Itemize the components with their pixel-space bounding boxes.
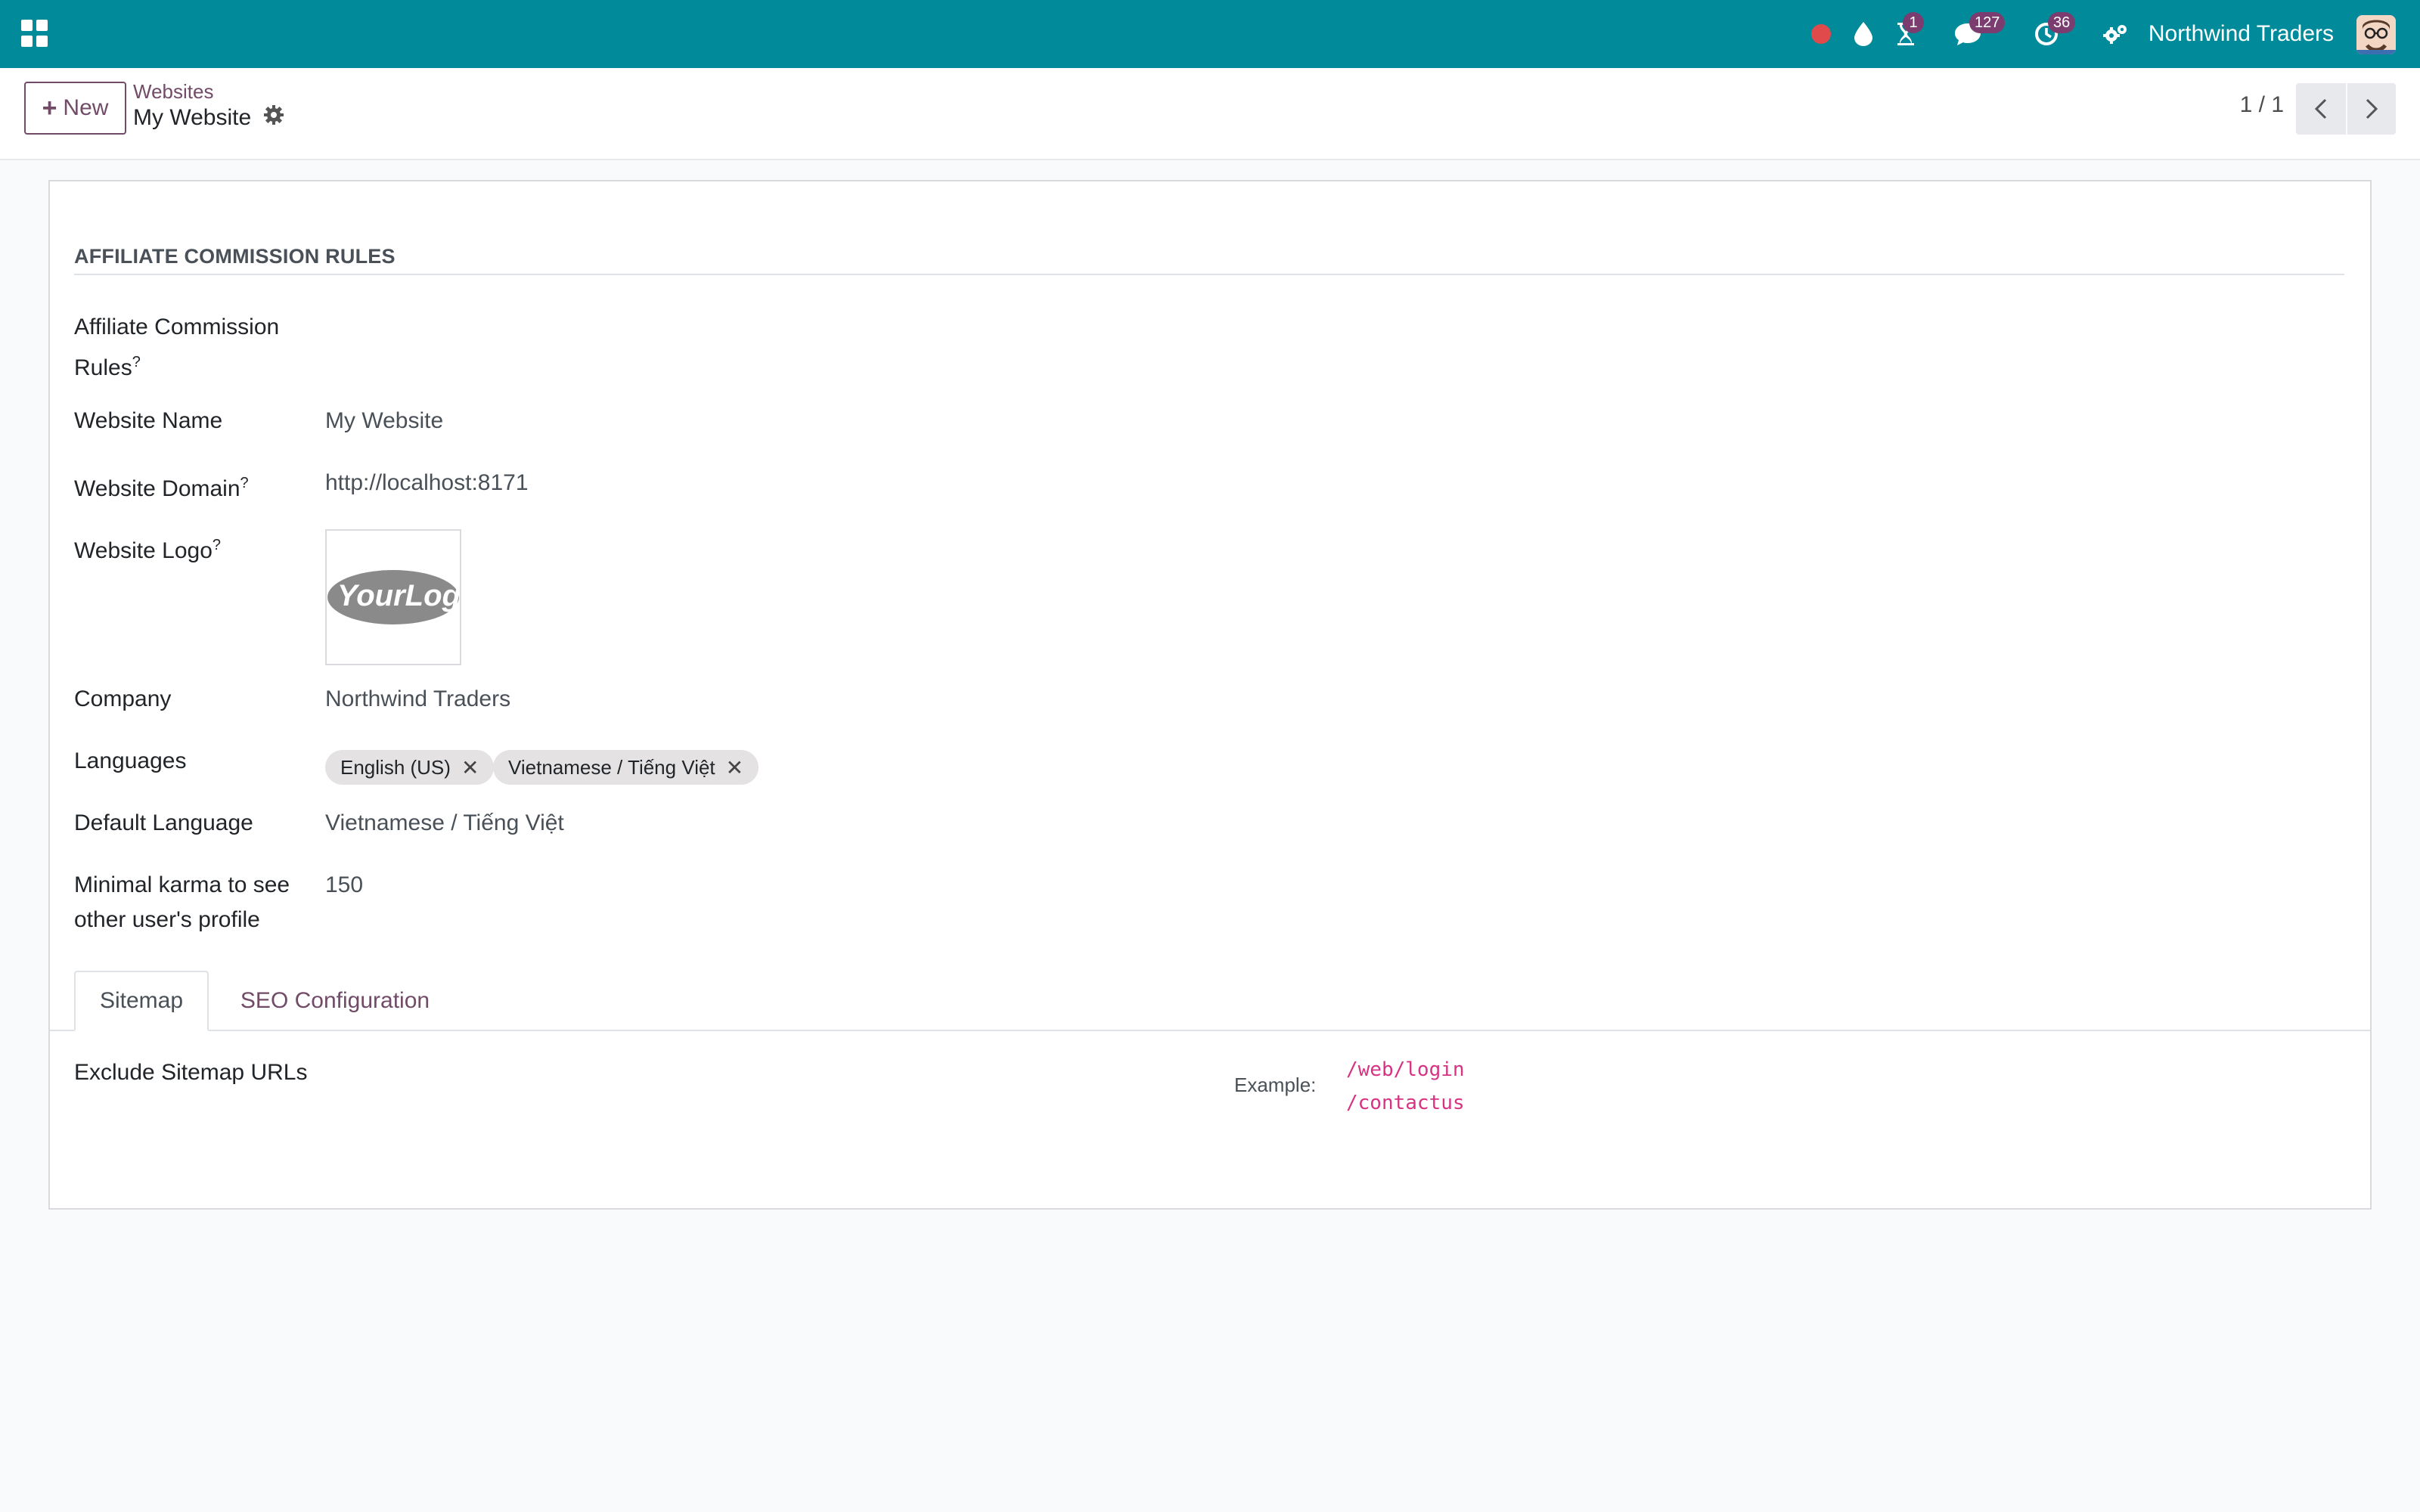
tab-sitemap[interactable]: Sitemap bbox=[74, 971, 209, 1031]
example-url: /web/login bbox=[1346, 1058, 1465, 1081]
group-title: AFFILIATE COMMISSION RULES bbox=[74, 245, 396, 268]
gear-icon[interactable] bbox=[263, 104, 284, 132]
language-tag-vietnamese[interactable]: Vietnamese / Tiếng Việt ✕ bbox=[493, 750, 759, 785]
activity-hourglass-icon[interactable] bbox=[1888, 0, 1924, 68]
chevron-right-icon bbox=[2366, 98, 2378, 119]
pager-next-button[interactable] bbox=[2346, 83, 2396, 135]
breadcrumb-websites[interactable]: Websites bbox=[133, 80, 213, 104]
remove-tag-icon[interactable]: ✕ bbox=[726, 755, 743, 780]
website-logo-label: Website Logo? bbox=[74, 537, 222, 563]
company-switcher[interactable]: Northwind Traders bbox=[2149, 0, 2334, 68]
apps-menu-icon[interactable] bbox=[21, 20, 48, 47]
your-logo-image: YourLogo bbox=[327, 570, 460, 624]
group-separator bbox=[74, 274, 2344, 275]
help-tooltip[interactable]: ? bbox=[240, 475, 249, 491]
help-tooltip[interactable]: ? bbox=[132, 354, 141, 370]
activity-badge: 1 bbox=[1903, 12, 1924, 33]
default-language-field[interactable]: Vietnamese / Tiếng Việt bbox=[325, 806, 564, 841]
website-domain-label: Website Domain? bbox=[74, 475, 249, 501]
minimal-karma-field[interactable]: 150 bbox=[325, 868, 363, 903]
user-avatar[interactable] bbox=[2356, 15, 2396, 54]
example-url: /contactus bbox=[1346, 1092, 1465, 1114]
example-label: Example: bbox=[1234, 1074, 1317, 1096]
website-name-field[interactable]: My Website bbox=[325, 404, 443, 438]
company-field[interactable]: Northwind Traders bbox=[325, 682, 510, 717]
default-language-label: Default Language bbox=[74, 810, 253, 835]
language-tag-english[interactable]: English (US) ✕ bbox=[325, 750, 495, 785]
messages-badge: 127 bbox=[1969, 12, 2006, 33]
svg-text:YourLogo: YourLogo bbox=[337, 579, 460, 612]
recording-indicator-icon[interactable] bbox=[1803, 0, 1839, 68]
new-button[interactable]: + New bbox=[24, 82, 126, 135]
record-title-text: My Website bbox=[133, 105, 252, 130]
website-logo-image[interactable]: YourLogo bbox=[325, 529, 461, 665]
affiliate-commission-rules-label: Affiliate Commission Rules? bbox=[74, 314, 280, 380]
minimal-karma-label: Minimal karma to see other user's profil… bbox=[74, 872, 290, 932]
plus-icon: + bbox=[42, 94, 57, 122]
form-sheet: AFFILIATE COMMISSION RULES Affiliate Com… bbox=[48, 180, 2372, 1210]
tab-seo-configuration[interactable]: SEO Configuration bbox=[233, 971, 437, 1031]
company-label: Company bbox=[74, 686, 172, 711]
record-title: My Website bbox=[133, 104, 284, 132]
help-tooltip[interactable]: ? bbox=[213, 537, 221, 553]
control-panel: + New Websites My Website 1 / 1 bbox=[0, 68, 2420, 160]
pager-value[interactable]: 1 / 1 bbox=[2240, 92, 2284, 118]
clock-icon[interactable] bbox=[2028, 0, 2065, 68]
languages-label: Languages bbox=[74, 748, 187, 773]
clock-badge: 36 bbox=[2048, 12, 2076, 33]
chevron-left-icon bbox=[2314, 98, 2327, 119]
pager-previous-button[interactable] bbox=[2296, 83, 2346, 135]
new-button-label: New bbox=[63, 95, 109, 120]
website-domain-field[interactable]: http://localhost:8171 bbox=[325, 466, 529, 500]
messages-icon[interactable] bbox=[1948, 0, 1987, 68]
top-navbar: 1 127 36 Northwind Traders bbox=[0, 0, 2420, 68]
website-name-label: Website Name bbox=[74, 408, 223, 433]
exclude-sitemap-urls-label: Exclude Sitemap URLs bbox=[74, 1060, 308, 1085]
settings-gears-icon[interactable] bbox=[2098, 0, 2134, 68]
drop-icon[interactable] bbox=[1845, 0, 1882, 68]
remove-tag-icon[interactable]: ✕ bbox=[461, 755, 479, 780]
